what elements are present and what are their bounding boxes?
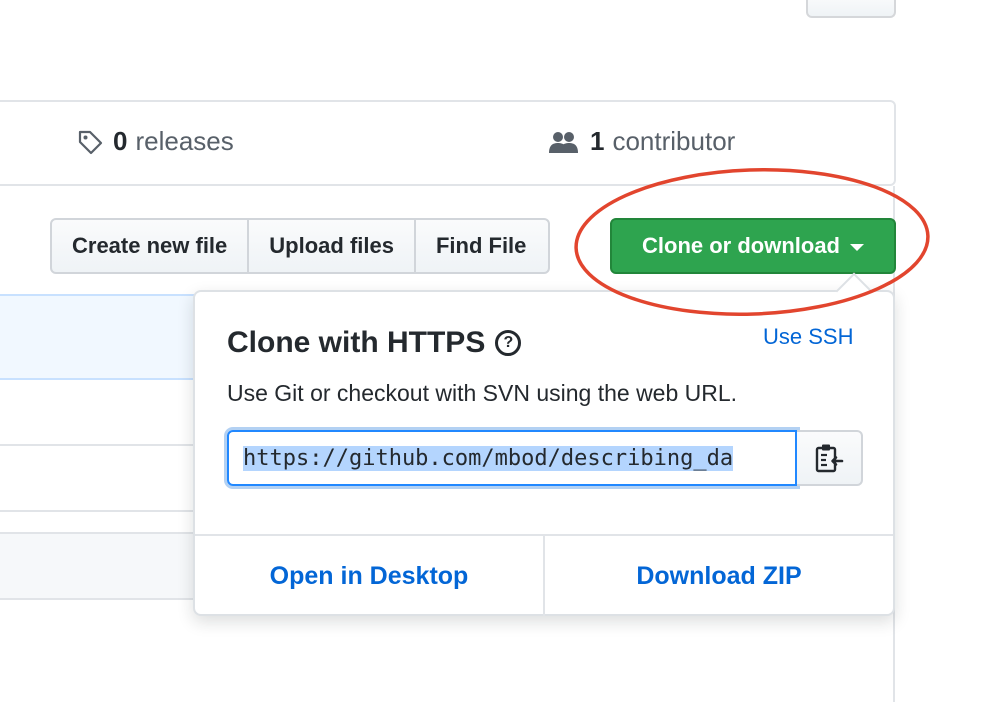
find-file-button[interactable]: Find File [416,220,548,272]
file-list [0,294,196,604]
open-in-desktop-link[interactable]: Open in Desktop [195,536,545,616]
releases-label: releases [135,126,234,156]
numbers-summary: 0 releases 1 contributor [0,100,896,186]
clone-url-text: https://github.com/mbod/describing_da [243,445,734,471]
contributors-label: contributor [612,126,736,156]
clone-dropdown: Clone with HTTPS ? Use SSH Use Git or ch… [193,272,895,616]
question-icon[interactable]: ? [495,330,522,356]
caret-down-icon [850,243,864,251]
use-ssh-link[interactable]: Use SSH [763,324,853,350]
clone-actions: Open in Desktop Download ZIP [195,534,893,616]
people-icon [549,131,578,153]
clone-button-label: Clone or download [642,233,840,258]
releases-count: 0 [113,126,128,156]
clone-url-group: https://github.com/mbod/describing_da [227,430,863,486]
commit-tease-row [0,294,196,380]
upload-files-button[interactable]: Upload files [249,220,416,272]
clone-description: Use Git or checkout with SVN using the w… [227,380,738,406]
download-zip-link[interactable]: Download ZIP [545,536,893,616]
dropdown-pointer [835,272,873,310]
clone-or-download-button[interactable]: Clone or download [610,218,896,274]
create-new-file-button[interactable]: Create new file [52,220,250,272]
clone-url-input[interactable]: https://github.com/mbod/describing_da [227,430,797,486]
releases-summary[interactable]: 0 releases [77,126,234,157]
tag-icon [78,130,103,154]
copy-url-button[interactable] [797,430,863,486]
readme-header-row [0,532,196,600]
file-row-divider [0,444,196,446]
clippy-icon [815,444,844,473]
contributors-summary[interactable]: 1 contributor [548,126,735,157]
clone-title-text: Clone with HTTPS [227,326,486,359]
clone-title: Clone with HTTPS ? [227,326,522,360]
file-row-divider [0,510,196,512]
header-action-button[interactable] [806,0,896,18]
file-navigation-buttons: Create new file Upload files Find File [50,218,551,274]
contributors-count: 1 [590,126,605,156]
